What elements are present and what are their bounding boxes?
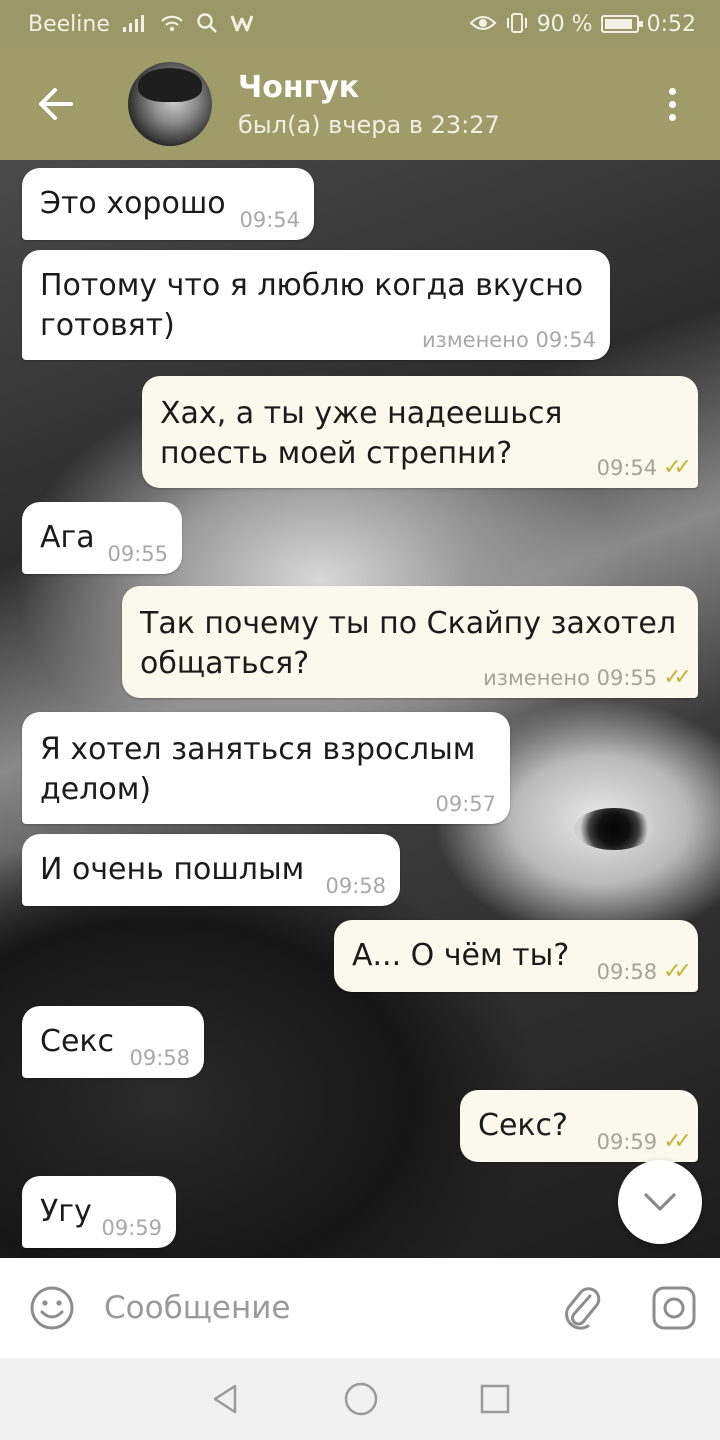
read-checkmarks-icon: ✓✓ — [663, 665, 692, 690]
nav-home-icon[interactable] — [343, 1381, 379, 1417]
chat-area[interactable]: Это хорошо 09:54 Потому что я люблю когд… — [0, 160, 720, 1258]
message-time: 09:59 — [101, 1216, 162, 1240]
message-time: 09:59 — [596, 1130, 658, 1154]
message-time: 09:54 — [596, 456, 658, 480]
attach-button[interactable] — [536, 1258, 628, 1358]
camera-button[interactable] — [628, 1258, 720, 1358]
camera-icon — [652, 1286, 696, 1330]
wifi-icon — [160, 13, 184, 36]
message-text: Я хотел заняться взрослым делом) — [40, 732, 476, 807]
clock: 0:52 — [646, 11, 696, 37]
message-input[interactable] — [104, 1258, 536, 1358]
message-bubble[interactable]: Потому что я люблю когда вкусно готовят)… — [22, 250, 610, 360]
emoji-button[interactable] — [0, 1258, 104, 1358]
message-bubble[interactable]: Ага 09:55 — [22, 502, 182, 574]
message-bubble[interactable]: И очень пошлым 09:58 — [22, 834, 400, 906]
message-bubble[interactable]: Я хотел заняться взрослым делом) 09:57 — [22, 712, 510, 824]
read-checkmarks-icon: ✓✓ — [663, 1129, 692, 1154]
system-nav-bar — [0, 1358, 720, 1440]
paperclip-icon — [565, 1287, 601, 1330]
message-time: 09:58 — [129, 1046, 190, 1070]
message-time: 09:55 — [107, 542, 168, 566]
contact-name: Чонгук — [238, 69, 360, 105]
message-time: 09:57 — [435, 792, 496, 816]
search-icon — [196, 12, 218, 37]
chevron-down-icon — [644, 1193, 676, 1211]
avatar[interactable] — [128, 62, 212, 146]
message-bubble[interactable]: А... О чём ты? 09:58 ✓✓ — [334, 920, 698, 992]
message-composer — [0, 1258, 720, 1358]
eye-comfort-icon — [469, 13, 497, 36]
message-time: 09:58 — [325, 874, 386, 898]
message-time: 09:58 — [596, 960, 658, 984]
scroll-to-bottom-button[interactable] — [618, 1160, 702, 1244]
message-time: 09:54 — [239, 208, 300, 232]
message-bubble[interactable]: Хах, а ты уже надеешься поесть моей стре… — [142, 376, 698, 488]
carrier-label: Beeline — [28, 11, 110, 37]
nav-recents-icon[interactable] — [479, 1383, 511, 1415]
vibrate-icon — [505, 12, 529, 37]
wallpaper-detail — [574, 808, 654, 850]
signal-icon — [122, 13, 148, 36]
read-checkmarks-icon: ✓✓ — [663, 959, 692, 984]
message-bubble[interactable]: Так почему ты по Скайпу захотел общаться… — [122, 586, 698, 698]
message-bubble[interactable]: Это хорошо 09:54 — [22, 168, 314, 240]
more-vertical-icon[interactable] — [624, 48, 720, 160]
message-bubble[interactable]: Секс? 09:59 ✓✓ — [460, 1090, 698, 1162]
battery-percent: 90 % — [536, 11, 593, 37]
back-button[interactable] — [0, 48, 110, 160]
nav-back-icon[interactable] — [209, 1382, 243, 1416]
message-bubble[interactable]: Секс 09:58 — [22, 1006, 204, 1078]
arrow-left-icon — [39, 88, 73, 120]
message-time: изменено 09:54 — [422, 328, 596, 352]
last-seen-status: был(а) вчера в 23:27 — [238, 110, 500, 139]
chat-header: Чонгук был(а) вчера в 23:27 — [0, 48, 720, 160]
smiley-icon — [30, 1286, 74, 1330]
message-time: изменено 09:55 — [483, 666, 658, 690]
message-bubble[interactable]: Угу 09:59 — [22, 1176, 176, 1248]
app-notification-icon — [230, 13, 256, 36]
read-checkmarks-icon: ✓✓ — [663, 455, 692, 480]
contact-info[interactable]: Чонгук был(а) вчера в 23:27 — [238, 70, 500, 139]
status-bar: Beeline 90 % 0:52 — [0, 0, 720, 48]
battery-icon — [600, 15, 643, 33]
